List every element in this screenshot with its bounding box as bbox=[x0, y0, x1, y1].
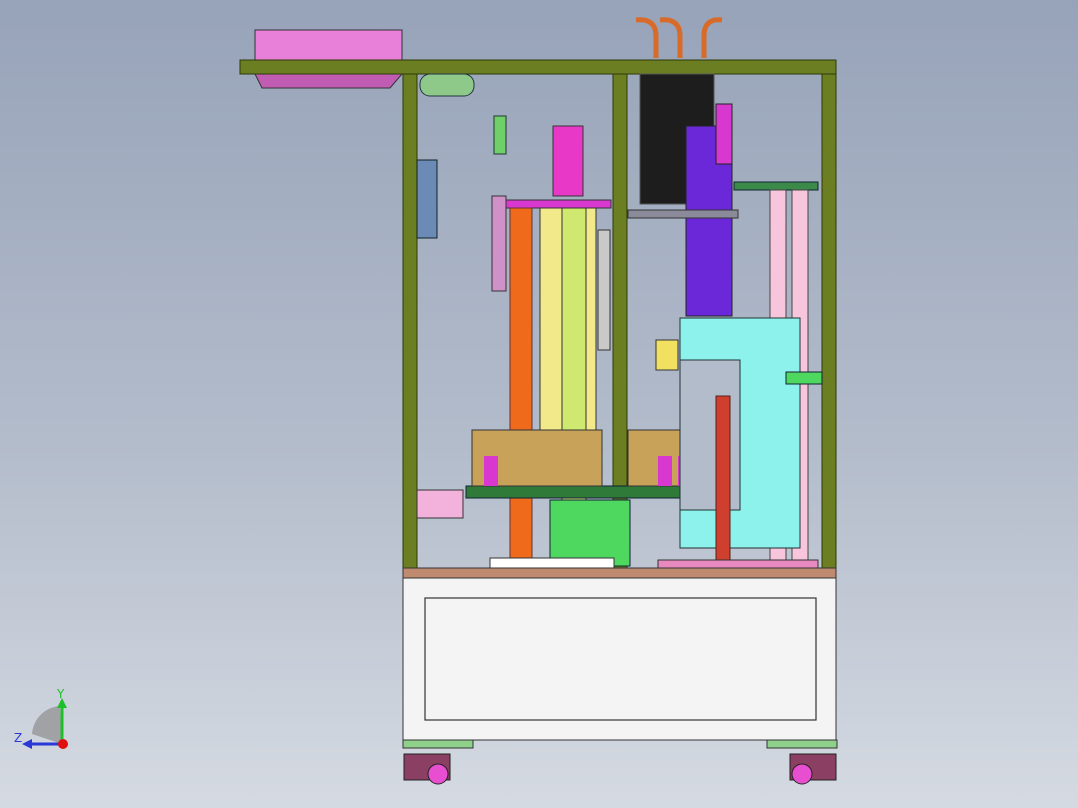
fixture-magenta-1 bbox=[484, 456, 498, 486]
dark-feet-plate bbox=[657, 559, 819, 569]
copper-pipe-1 bbox=[635, 17, 659, 58]
magenta-cylinder-left bbox=[552, 125, 584, 197]
frame-right-post bbox=[821, 73, 837, 569]
cad-viewport[interactable] bbox=[0, 0, 1078, 808]
frame-top-beam bbox=[239, 59, 837, 75]
yellow-valve bbox=[655, 339, 679, 371]
left-gun bbox=[491, 195, 507, 292]
base-top-strip bbox=[402, 567, 837, 579]
copper-pipe-2 bbox=[659, 17, 683, 58]
top-pink-panel-underside bbox=[254, 73, 404, 89]
right-mount-plate bbox=[733, 181, 819, 191]
copper-pipe-3 bbox=[701, 17, 723, 58]
frame-left-post bbox=[402, 73, 418, 569]
x-axis-icon bbox=[58, 739, 68, 749]
axis-triad: Y Z bbox=[14, 688, 68, 749]
control-box bbox=[416, 159, 438, 239]
red-column-right bbox=[715, 395, 731, 561]
foot-pad-left bbox=[402, 739, 474, 749]
magenta-slim bbox=[715, 103, 733, 165]
side-plate-left bbox=[597, 229, 611, 351]
green-motor bbox=[549, 499, 631, 567]
foot-pad-right bbox=[766, 739, 838, 749]
top-pink-panel bbox=[254, 29, 403, 63]
grey-shelf bbox=[627, 209, 739, 219]
green-sensor bbox=[493, 115, 507, 155]
triad-arc bbox=[32, 706, 62, 744]
green-connector bbox=[785, 371, 823, 385]
caster-left bbox=[403, 753, 451, 785]
pink-box-lower bbox=[416, 489, 464, 519]
magenta-cap bbox=[502, 199, 612, 209]
caster-right bbox=[789, 753, 837, 785]
white-feet-plate bbox=[489, 557, 615, 569]
green-lamp bbox=[419, 73, 475, 97]
y-axis-label: Y bbox=[56, 688, 65, 701]
cyan-notch bbox=[679, 359, 741, 511]
base-cabinet bbox=[402, 577, 837, 741]
fixture-magenta-2 bbox=[658, 456, 672, 486]
z-axis-label: Z bbox=[14, 731, 22, 745]
orange-column-left bbox=[509, 207, 533, 561]
